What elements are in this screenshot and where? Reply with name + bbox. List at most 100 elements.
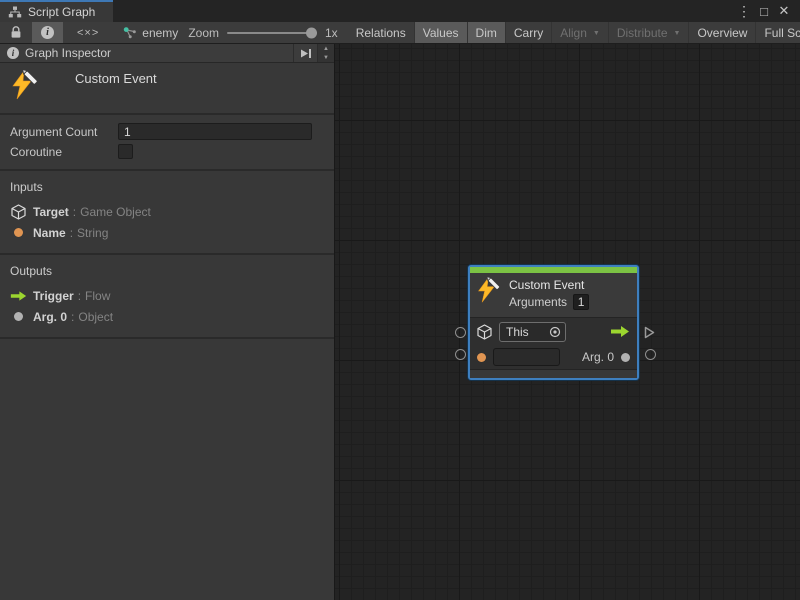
outputs-heading: Outputs [0,264,334,278]
relations-button[interactable]: Relations [348,22,415,43]
relations-label: Relations [356,26,406,40]
inputs-heading: Inputs [0,180,334,194]
cube-icon [10,204,27,220]
breadcrumb-label: enemy [142,26,178,40]
arg0-output-port[interactable] [645,349,656,360]
distribute-dropdown-button[interactable]: Distribute ▼ [609,22,690,43]
target-dropdown[interactable]: This [499,322,566,342]
inspector-toggle-button[interactable]: i [32,22,63,43]
dock-panel-button[interactable] [293,44,317,62]
name-input-port[interactable] [455,349,466,360]
maximize-icon[interactable]: □ [756,3,772,19]
zoom-slider[interactable] [227,26,317,40]
custom-event-node[interactable]: Custom Event Arguments 1 [468,265,639,380]
graph-inspector-title: Graph Inspector [25,46,111,60]
coroutine-label: Coroutine [0,145,118,159]
node-footer [470,369,637,378]
graph-inspector-title-group: i Graph Inspector [0,44,293,62]
scroll-up-icon[interactable]: ▲ [318,44,334,53]
graph-inspector-panel: i Graph Inspector ▲ ▼ [0,44,335,600]
unit-settings: Argument Count Coroutine [0,115,334,169]
values-button[interactable]: Values [415,22,468,43]
orange-dot-icon [477,353,486,362]
argument-count-row: Argument Count [0,122,334,141]
target-input-port[interactable] [455,327,466,338]
lock-icon [10,26,22,39]
dim-label: Dim [476,26,497,40]
input-name: Name [33,226,66,240]
chevron-down-icon: ▼ [593,30,600,37]
window-menu-icon[interactable]: ⋮ [736,3,752,19]
values-label: Values [423,26,459,40]
panel-scrollbar: ▲ ▼ [317,44,334,62]
type-separator: : [70,226,73,240]
unit-header: Custom Event [0,63,334,113]
custom-event-icon [10,70,40,102]
node-body: This [470,317,637,369]
code-view-button[interactable]: <×> [63,22,113,43]
arguments-value: 1 [573,294,589,310]
input-type: Game Object [80,205,151,219]
fullscreen-button[interactable]: Full Screen [756,22,800,43]
trigger-output-port[interactable] [644,326,655,339]
inputs-section: Inputs Target : Game Object Name : [0,171,334,253]
cube-icon [477,324,492,340]
arguments-label: Arguments [509,295,567,309]
overview-label: Overview [697,26,747,40]
zoom-slider-handle[interactable] [306,27,317,38]
script-graph-icon [8,6,22,18]
zoom-slider-track [227,32,317,34]
scroll-down-icon[interactable]: ▼ [318,53,334,62]
output-name: Arg. 0 [33,310,67,324]
overview-button[interactable]: Overview [689,22,756,43]
graph-inspector-header: i Graph Inspector ▲ ▼ [0,44,334,63]
type-separator: : [73,205,76,219]
argument-count-input[interactable] [118,123,312,140]
main-split: i Graph Inspector ▲ ▼ [0,44,800,600]
align-label: Align [560,26,587,40]
flow-arrow-icon [610,325,630,338]
zoom-label: Zoom [188,26,219,40]
unit-title: Custom Event [75,71,157,86]
coroutine-checkbox[interactable] [118,144,133,159]
dim-button[interactable]: Dim [468,22,506,43]
fullscreen-label: Full Screen [764,26,800,40]
align-dropdown-button[interactable]: Align ▼ [552,22,609,43]
arg0-value-input[interactable] [493,348,560,366]
node-title: Custom Event [509,278,589,292]
orange-dot-icon [10,228,27,237]
zoom-value: 1x [325,26,338,40]
lock-button[interactable] [0,22,32,43]
dock-icon [299,48,312,59]
type-separator: : [78,289,81,303]
tab-label: Script Graph [28,5,95,19]
inspector-empty-area [0,339,334,600]
coroutine-row: Coroutine [0,142,334,161]
node-arg-row: Arg. 0 [470,345,637,369]
close-icon[interactable]: ✕ [776,3,792,19]
node-target-row: This [470,318,637,345]
gray-dot-icon [621,353,630,362]
carry-button[interactable]: Carry [506,22,552,43]
outputs-section: Outputs Trigger : Flow Arg. 0 : Object [0,255,334,337]
graph-canvas[interactable]: Custom Event Arguments 1 [335,44,800,600]
window-controls: ⋮ □ ✕ [736,0,800,22]
tab-script-graph[interactable]: Script Graph [0,0,113,22]
node-header[interactable]: Custom Event Arguments 1 [470,273,637,317]
code-icon: <×> [77,27,99,39]
input-name: Target [33,205,69,219]
output-row-arg0: Arg. 0 : Object [0,306,334,327]
target-picker-icon [549,326,561,338]
flow-arrow-icon [10,290,27,302]
input-row-target: Target : Game Object [0,201,334,222]
input-row-name: Name : String [0,222,334,243]
titlebar: Script Graph ⋮ □ ✕ [0,0,800,22]
info-icon: i [41,26,54,39]
argument-count-label: Argument Count [0,125,118,139]
graph-breadcrumb[interactable]: enemy [113,22,188,43]
output-name: Trigger [33,289,74,303]
gray-dot-icon [10,312,27,321]
output-type: Flow [85,289,110,303]
carry-label: Carry [514,26,543,40]
output-row-trigger: Trigger : Flow [0,285,334,306]
